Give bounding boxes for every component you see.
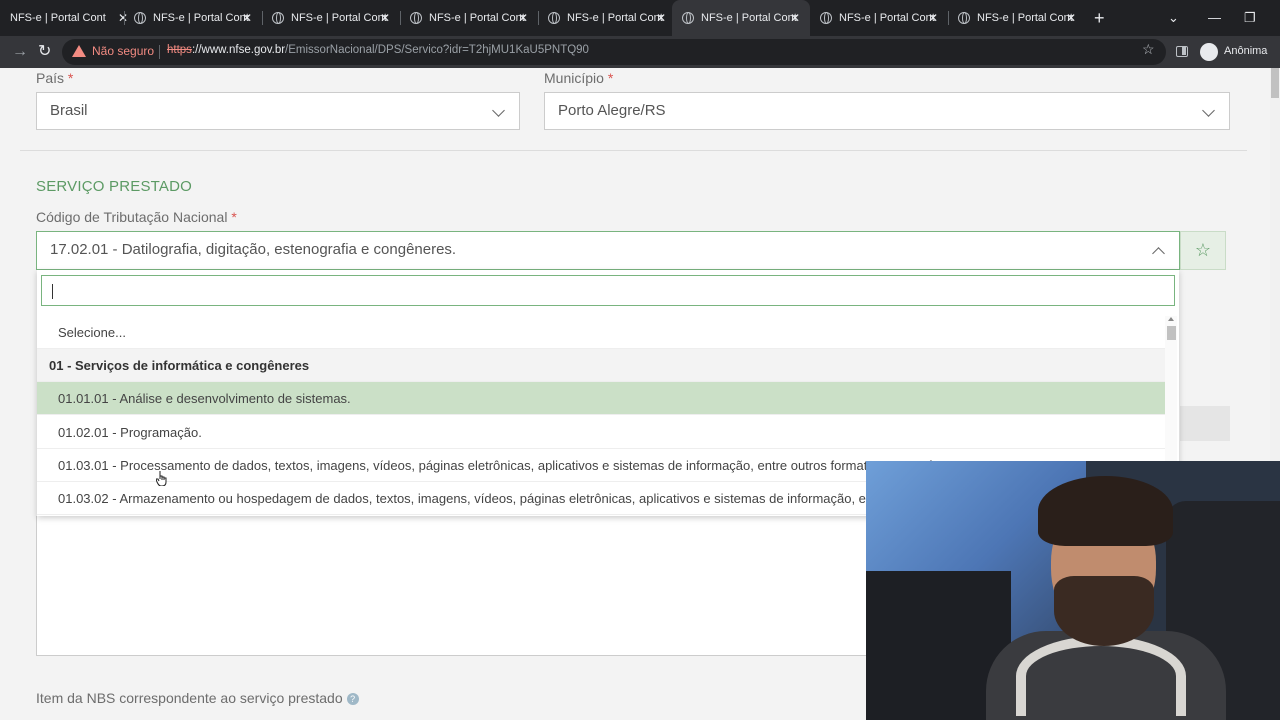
municipio-label-text: Município bbox=[544, 70, 604, 86]
url-separator: :// bbox=[191, 44, 202, 56]
browser-tab[interactable]: NFS-e | Portal Cont ✕ bbox=[538, 0, 676, 36]
codigo-label-text: Código de Tributação Nacional bbox=[36, 209, 228, 225]
url-host: www.nfse.gov.br bbox=[201, 44, 286, 56]
close-icon[interactable]: ✕ bbox=[790, 11, 800, 25]
star-icon: ☆ bbox=[1194, 240, 1212, 260]
required-mark: * bbox=[67, 70, 74, 86]
text-caret bbox=[52, 284, 53, 299]
tab-title: NFS-e | Portal Cont bbox=[839, 12, 935, 24]
close-icon[interactable]: ✕ bbox=[242, 11, 252, 25]
minimize-icon[interactable]: — bbox=[1208, 10, 1221, 25]
webcam-collar bbox=[1016, 636, 1186, 716]
browser-tab[interactable]: NFS-e | Portal Cont ✕ bbox=[400, 0, 538, 36]
dropdown-search-input[interactable] bbox=[41, 275, 1175, 306]
warning-icon bbox=[72, 45, 86, 57]
close-icon[interactable]: ✕ bbox=[1066, 11, 1076, 25]
webcam-overlay bbox=[866, 461, 1280, 720]
chevron-up-icon bbox=[1152, 247, 1165, 260]
pais-label: País * bbox=[36, 70, 73, 86]
bookmark-star-icon[interactable]: ☆ bbox=[1142, 41, 1155, 58]
municipio-select[interactable]: Porto Alegre/RS bbox=[544, 92, 1230, 130]
municipio-label: Município * bbox=[544, 70, 613, 86]
browser-tab[interactable]: NFS-e | Portal Cont ✕ bbox=[262, 0, 400, 36]
tab-search-chevron-icon[interactable]: ⌄ bbox=[1168, 10, 1179, 26]
required-mark: * bbox=[607, 70, 614, 86]
restore-icon[interactable]: ❐ bbox=[1244, 10, 1256, 26]
chevron-down-icon bbox=[1202, 104, 1215, 117]
security-status[interactable]: Não seguro bbox=[92, 44, 154, 58]
address-bar[interactable]: Não seguro https://www.nfse.gov.br/Emiss… bbox=[62, 39, 1166, 65]
globe-icon bbox=[410, 12, 422, 24]
nbs-label: Item da NBS correspondente ao serviço pr… bbox=[36, 690, 359, 706]
tab-title: NFS-e | Portal Cont bbox=[567, 12, 663, 24]
dropdown-option[interactable]: Selecione... bbox=[37, 316, 1165, 349]
tab-title: NFS-e | Portal Cont bbox=[291, 12, 387, 24]
webcam-hair bbox=[1038, 476, 1173, 546]
url-protocol: https bbox=[167, 44, 192, 56]
required-mark: * bbox=[231, 209, 237, 225]
tab-title: NFS-e | Portal Cont bbox=[153, 12, 249, 24]
dropdown-group-header: 01 - Serviços de informática e congênere… bbox=[37, 349, 1165, 382]
tab-title: NFS-e | Portal Cont bbox=[701, 12, 797, 24]
pais-label-text: País bbox=[36, 70, 65, 86]
globe-icon bbox=[682, 12, 694, 24]
help-icon[interactable]: ? bbox=[346, 693, 359, 706]
forward-icon[interactable]: → bbox=[12, 42, 28, 62]
codigo-value: 17.02.01 - Datilografia, digitação, este… bbox=[50, 241, 457, 258]
new-tab-icon[interactable]: + bbox=[1094, 8, 1105, 28]
reload-icon[interactable]: ↻ bbox=[38, 42, 51, 62]
tab-title: NFS-e | Portal Cont bbox=[977, 12, 1073, 24]
pais-value: Brasil bbox=[50, 102, 88, 119]
tab-title: NFS-e | Portal Cont bbox=[10, 12, 106, 24]
webcam-beard bbox=[1054, 576, 1154, 646]
scrollbar-thumb[interactable] bbox=[1271, 68, 1279, 98]
close-icon[interactable]: ✕ bbox=[518, 11, 528, 25]
scroll-up-icon[interactable] bbox=[1168, 317, 1174, 321]
browser-tab-active[interactable]: NFS-e | Portal Cont ✕ bbox=[672, 0, 810, 36]
description-textarea[interactable] bbox=[36, 516, 876, 656]
section-title: SERVIÇO PRESTADO bbox=[36, 178, 193, 195]
close-icon[interactable]: ✕ bbox=[928, 11, 938, 25]
globe-icon bbox=[548, 12, 560, 24]
codigo-tributacao-select[interactable]: 17.02.01 - Datilografia, digitação, este… bbox=[36, 231, 1180, 270]
pais-select[interactable]: Brasil bbox=[36, 92, 520, 130]
profile-label[interactable]: Anônima bbox=[1224, 45, 1267, 57]
close-icon[interactable]: ✕ bbox=[656, 11, 666, 25]
address-divider bbox=[159, 45, 160, 59]
municipio-value: Porto Alegre/RS bbox=[558, 102, 666, 119]
dropdown-option-highlighted[interactable]: 01.01.01 - Análise e desenvolvimento de … bbox=[37, 382, 1165, 415]
browser-tab[interactable]: NFS-e | Portal Cont ✕ bbox=[124, 0, 262, 36]
browser-tab[interactable]: NFS-e | Portal Cont ✕ bbox=[948, 0, 1086, 36]
globe-icon bbox=[958, 12, 970, 24]
browser-tab[interactable]: NFS-e | Portal Cont ✕ bbox=[810, 0, 948, 36]
browser-tab[interactable]: NFS-e | Portal Cont ✕ bbox=[0, 0, 138, 36]
hand-cursor-icon bbox=[156, 471, 167, 486]
url-path: /EmissorNacional/DPS/Servico?idr=T2hjMU1… bbox=[285, 44, 589, 56]
incognito-avatar[interactable] bbox=[1200, 43, 1218, 61]
codigo-label: Código de Tributação Nacional * bbox=[36, 209, 237, 225]
side-panel-icon[interactable] bbox=[1176, 46, 1188, 57]
favorite-button[interactable]: ☆ bbox=[1180, 231, 1226, 270]
browser-tab-strip: NFS-e | Portal Cont ✕ NFS-e | Portal Con… bbox=[0, 0, 1280, 36]
globe-icon bbox=[134, 12, 146, 24]
globe-icon bbox=[272, 12, 284, 24]
globe-icon bbox=[820, 12, 832, 24]
dropdown-option[interactable]: 01.02.01 - Programação. bbox=[37, 416, 1165, 449]
scrollbar-thumb[interactable] bbox=[1167, 326, 1176, 340]
browser-toolbar: → ↻ Não seguro https://www.nfse.gov.br/E… bbox=[0, 36, 1280, 68]
side-field-block bbox=[1180, 406, 1230, 441]
nbs-label-text: Item da NBS correspondente ao serviço pr… bbox=[36, 690, 343, 706]
close-icon[interactable]: ✕ bbox=[380, 11, 390, 25]
url-text[interactable]: https://www.nfse.gov.br/EmissorNacional/… bbox=[167, 44, 589, 56]
chevron-down-icon bbox=[492, 104, 505, 117]
tab-title: NFS-e | Portal Cont bbox=[429, 12, 525, 24]
